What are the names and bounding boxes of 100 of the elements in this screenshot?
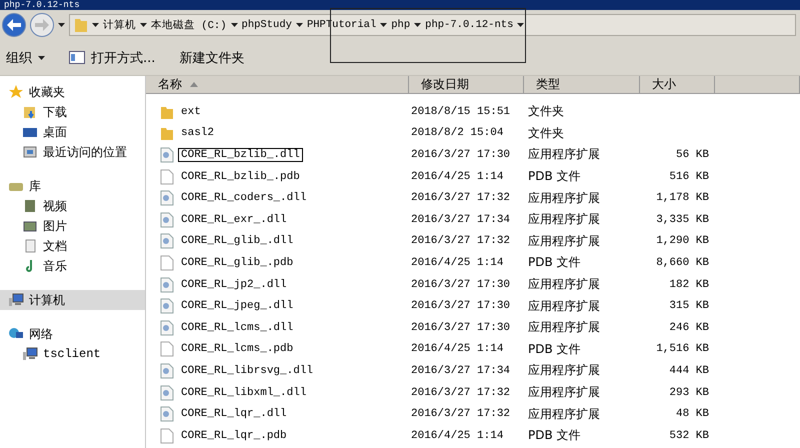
caret-icon[interactable] [296, 23, 303, 27]
breadcrumb-segment[interactable]: 本地磁盘 (C:) [151, 18, 227, 32]
star-icon [8, 84, 24, 100]
breadcrumb-segment[interactable]: php [391, 19, 410, 31]
date-cell-text: 2016/4/25 1:14 [410, 256, 504, 269]
computer-icon [22, 346, 38, 362]
sidebar-item[interactable]: 视频 [0, 196, 145, 216]
sidebar-item[interactable]: tsclient [0, 344, 145, 364]
window-title: php-7.0.12-nts [4, 0, 80, 10]
type-cell-text: 应用程序扩展 [527, 362, 601, 380]
file-name[interactable]: CORE_RL_bzlib_.dll [178, 148, 303, 162]
column-header[interactable]: 修改日期 [409, 76, 524, 93]
breadcrumb-segment[interactable]: phpStudy [242, 19, 292, 31]
date-cell-text: 2016/3/27 17:30 [410, 278, 512, 291]
column-header[interactable]: 类型 [524, 76, 640, 93]
size-cell-text: 8,660 KB [655, 256, 710, 269]
file-name[interactable]: CORE_RL_bzlib_.pdb [178, 170, 303, 184]
date-cell-text: 2018/8/2 15:04 [410, 127, 504, 140]
caret-icon[interactable] [58, 23, 65, 27]
file-name[interactable]: CORE_RL_glib_.dll [178, 234, 296, 248]
computer-icon [8, 292, 24, 308]
size-cell-text: 246 KB [668, 322, 710, 334]
column-header[interactable]: 大小 [640, 76, 715, 93]
file-name[interactable]: CORE_RL_libxml_.dll [178, 386, 310, 400]
caret-icon[interactable] [517, 23, 524, 27]
sidebar-item[interactable]: 音乐 [0, 256, 145, 276]
size-cell-text: 315 KB [668, 300, 710, 312]
size-cell-text: 48 KB [674, 408, 710, 420]
size-cell-text: 516 KB [668, 170, 710, 183]
size-cell-text: 182 KB [668, 278, 710, 291]
gear-file-icon [160, 276, 174, 293]
date-cell-text: 2016/3/27 17:30 [410, 300, 512, 312]
sidebar-item[interactable]: 图片 [0, 216, 145, 236]
caret-icon[interactable] [230, 23, 238, 27]
date-cell-text: 2016/3/27 17:32 [410, 386, 512, 399]
date-cell-text: 2016/3/27 17:34 [410, 364, 512, 377]
size-cell-text: 1,516 KB [655, 343, 710, 356]
date-cell-text: 2016/3/27 17:32 [410, 235, 512, 248]
breadcrumb-segment[interactable]: 计算机 [103, 18, 136, 32]
folder-icon [160, 125, 174, 142]
file-name[interactable]: CORE_RL_glib_.pdb [178, 256, 296, 270]
file-name[interactable]: CORE_RL_jp2_.dll [178, 278, 290, 292]
type-cell-text: 应用程序扩展 [527, 384, 601, 402]
right-arrow-icon [35, 19, 49, 31]
sidebar-item[interactable]: 下载 [0, 102, 145, 122]
date-cell-text: 2016/3/27 17:32 [410, 192, 512, 204]
gear-file-icon [160, 146, 174, 163]
size-cell-text: 56 KB [674, 148, 710, 161]
file-name[interactable]: sasl2 [178, 126, 218, 140]
type-cell-text: PDB 文件 [527, 254, 582, 272]
size-cell-text: 444 KB [668, 364, 710, 377]
gear-file-icon [160, 233, 174, 250]
file-name[interactable]: CORE_RL_lcms_.dll [178, 320, 296, 335]
gear-file-icon [160, 298, 174, 314]
file-name[interactable]: CORE_RL_exr_.dll [178, 212, 290, 227]
type-cell-text: 文件夹 [527, 103, 565, 120]
gear-file-icon [160, 362, 174, 379]
sidebar-item[interactable]: 桌面 [0, 122, 145, 142]
sidebar-item[interactable]: 收藏夹 [0, 82, 145, 102]
caret-icon[interactable] [380, 23, 388, 27]
date-cell-text: 2018/8/15 15:51 [410, 106, 512, 118]
file-name[interactable]: CORE_RL_jpeg_.dll [178, 299, 296, 314]
toolbar-button[interactable]: 组织 [4, 46, 47, 68]
size-cell-text: 1,178 KB [655, 192, 710, 204]
caret-icon[interactable] [92, 23, 99, 27]
type-cell-text: 文件夹 [527, 124, 565, 142]
file-name[interactable]: ext [178, 104, 204, 119]
file-name[interactable]: CORE_RL_coders_.dll [178, 191, 310, 206]
gear-file-icon [160, 384, 174, 401]
type-cell-text: 应用程序扩展 [527, 232, 601, 250]
blank-file-icon [160, 168, 174, 185]
caret-icon[interactable] [414, 23, 422, 27]
breadcrumb-segment[interactable]: php-7.0.12-nts [425, 19, 514, 31]
gear-file-icon [160, 212, 174, 228]
sidebar-item[interactable]: 文档 [0, 236, 145, 256]
sidebar-item[interactable]: 库 [0, 176, 145, 196]
type-cell-text: PDB 文件 [527, 427, 582, 444]
back-button[interactable] [2, 13, 26, 37]
column-header[interactable]: 名称 [146, 76, 409, 93]
file-name[interactable]: CORE_RL_librsvg_.dll [178, 364, 316, 378]
sidebar-item[interactable]: 计算机 [0, 290, 145, 310]
date-cell-text: 2016/4/25 1:14 [410, 170, 504, 183]
date-cell-text: 2016/3/27 17:32 [410, 408, 512, 420]
sidebar-item[interactable]: 网络 [0, 324, 145, 344]
type-cell-text: 应用程序扩展 [527, 190, 601, 207]
toolbar-button[interactable]: 新建文件夹 [177, 46, 246, 68]
sidebar-item[interactable]: 最近访问的位置 [0, 142, 145, 162]
toolbar-button[interactable]: 打开方式... [67, 46, 158, 68]
gear-file-icon [160, 406, 174, 422]
type-cell-text: PDB 文件 [527, 340, 582, 358]
file-name[interactable]: CORE_RL_lqr_.dll [178, 407, 290, 422]
type-cell-text: 应用程序扩展 [527, 319, 601, 336]
size-cell-text: 3,335 KB [655, 214, 710, 226]
gear-file-icon [160, 320, 174, 336]
caret-icon[interactable] [140, 23, 147, 27]
file-name[interactable]: CORE_RL_lqr_.pdb [178, 428, 290, 443]
caret-icon[interactable] [38, 56, 45, 60]
blank-file-icon [160, 428, 174, 444]
file-name[interactable]: CORE_RL_lcms_.pdb [178, 342, 296, 356]
film-icon [22, 198, 38, 214]
